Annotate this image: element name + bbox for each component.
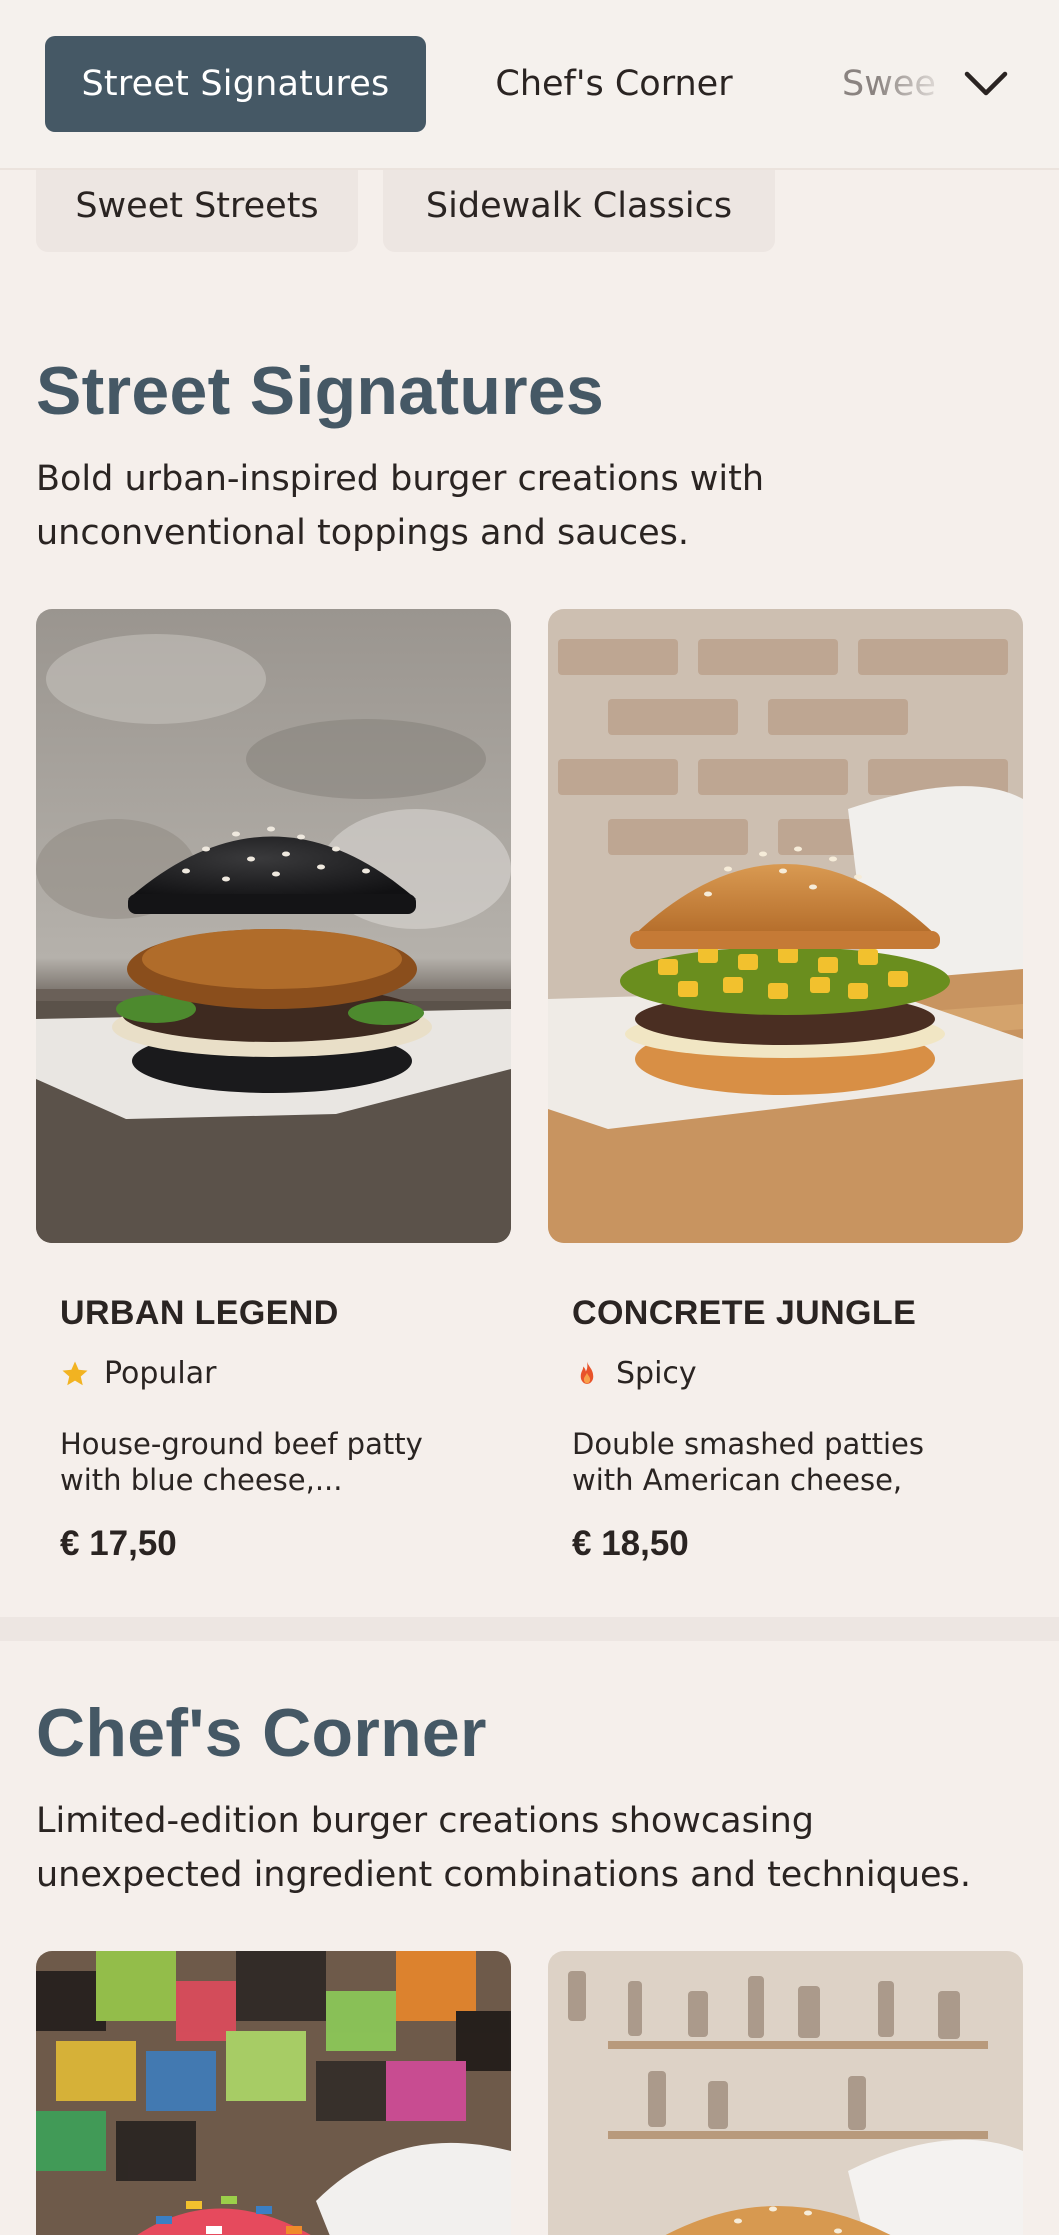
tab-street-signatures[interactable]: Street Signatures bbox=[45, 36, 426, 132]
chefs-corner-item-image[interactable] bbox=[548, 1951, 1023, 2235]
badge-label: Spicy bbox=[616, 1356, 697, 1391]
concrete-jungle-image[interactable] bbox=[548, 609, 1023, 1243]
chefs-corner-item-image[interactable] bbox=[36, 1951, 511, 2235]
item-price: € 18,50 bbox=[572, 1524, 689, 1563]
item-description: House-ground beef patty with blue cheese… bbox=[60, 1427, 423, 1497]
popular-badge: Popular bbox=[60, 1356, 217, 1391]
section-title-street-signatures: Street Signatures bbox=[36, 353, 605, 429]
section-title-chefs-corner: Chef's Corner bbox=[36, 1695, 487, 1771]
item-price: € 17,50 bbox=[60, 1524, 177, 1563]
section-description: Bold urban-inspired burger creations wit… bbox=[36, 459, 765, 553]
chip-sweet-streets[interactable]: Sweet Streets bbox=[36, 160, 358, 252]
chevron-down-icon bbox=[964, 71, 1008, 96]
category-nav: Street Signatures Chef's Corner Swee bbox=[0, 0, 1059, 170]
item-description: Double smashed patties with American che… bbox=[572, 1427, 924, 1497]
badge-label: Popular bbox=[104, 1356, 217, 1391]
tab-chefs-corner[interactable]: Chef's Corner bbox=[448, 36, 780, 132]
section-description: Limited-edition burger creations showcas… bbox=[36, 1801, 971, 1895]
urban-legend-image[interactable] bbox=[36, 609, 511, 1243]
item-name[interactable]: URBAN LEGEND bbox=[60, 1294, 339, 1333]
flame-icon bbox=[580, 1361, 594, 1384]
chip-sidewalk-classics[interactable]: Sidewalk Classics bbox=[383, 160, 775, 252]
item-name[interactable]: CONCRETE JUNGLE bbox=[572, 1294, 916, 1333]
tab-sweet-streets-truncated[interactable]: Swee bbox=[820, 36, 960, 132]
star-icon bbox=[62, 1361, 88, 1385]
expand-categories-button[interactable] bbox=[955, 58, 1017, 110]
spicy-badge: Spicy bbox=[572, 1356, 697, 1391]
section-divider bbox=[0, 1617, 1059, 1641]
